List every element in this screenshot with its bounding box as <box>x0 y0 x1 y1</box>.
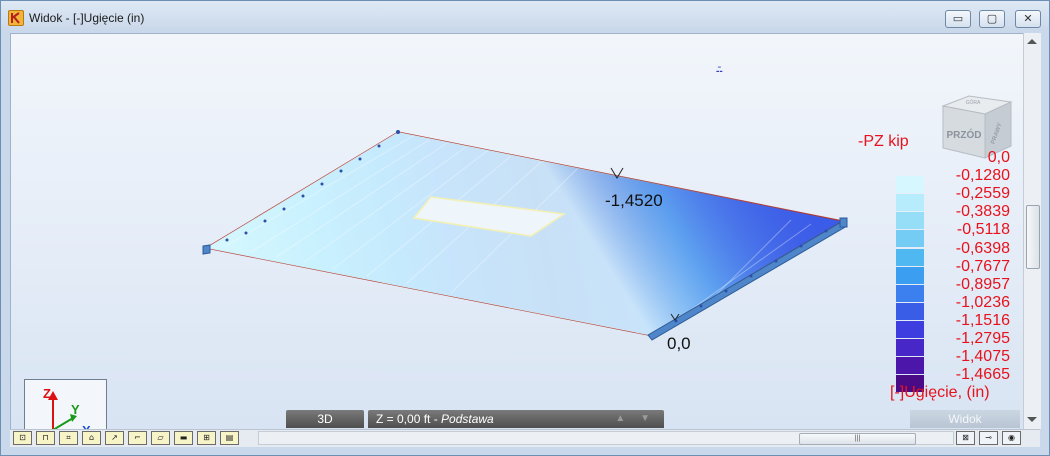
level-text: Z = 0,00 ft - <box>376 412 442 426</box>
legend-value: -0,3839 <box>955 203 1010 221</box>
vertical-scrollbar[interactable] <box>1023 33 1041 429</box>
legend-value: -0,1280 <box>955 167 1010 185</box>
legend-swatch <box>896 212 924 230</box>
legend-value: -1,1516 <box>955 311 1010 329</box>
tool-11-icon[interactable]: ⊠ <box>956 431 975 445</box>
legend-swatch <box>896 176 924 194</box>
cube-front-label: PRZÓD <box>947 128 982 141</box>
scroll-down-icon[interactable] <box>1027 417 1037 422</box>
bottom-toolbar: ⊡ ⊓ ⌗ ⌂ ↗ ⌐ ▱ ▬ ⊞ ▤ ||| ⊠ ⊸ ◉ <box>10 429 1040 447</box>
tool-6-icon[interactable]: ⌐ <box>128 431 147 445</box>
legend-swatch <box>896 302 924 320</box>
zero-deflection-label: 0,0 <box>667 334 691 353</box>
tool-3-icon[interactable]: ⌗ <box>59 431 78 445</box>
legend-swatch <box>896 339 924 356</box>
legend-value: -0,6398 <box>955 239 1010 257</box>
deflection-contour-plot <box>202 130 848 341</box>
app-logo-icon <box>8 10 24 26</box>
y-axis-label: Y <box>71 402 80 417</box>
horizontal-scrollbar[interactable]: ||| <box>258 431 954 445</box>
max-deflection-label: -1,4520 <box>605 191 663 210</box>
view-mode-tab[interactable]: 3D <box>286 410 364 428</box>
tool-2-icon[interactable]: ⊓ <box>36 431 55 445</box>
legend-swatch <box>896 266 924 284</box>
maximize-button[interactable]: ▢ <box>979 10 1005 28</box>
legend-value: 0,0 <box>987 149 1010 166</box>
legend-swatch <box>896 320 924 338</box>
tool-9-icon[interactable]: ⊞ <box>197 431 216 445</box>
cube-top-label: GÓRA <box>966 99 981 106</box>
legend-swatch <box>896 248 924 266</box>
tool-1-icon[interactable]: ⊡ <box>13 431 32 445</box>
tool-4-icon[interactable]: ⌂ <box>82 431 101 445</box>
legend-swatch <box>896 230 924 248</box>
horizontal-scroll-thumb[interactable]: ||| <box>799 433 916 445</box>
axis-triad: Z Y X <box>24 379 107 430</box>
minimize-button[interactable]: ▭ <box>945 10 971 28</box>
view-tab[interactable]: Widok <box>910 410 1020 428</box>
tool-7-icon[interactable]: ▱ <box>151 431 170 445</box>
legend-value: -1,4075 <box>955 348 1010 366</box>
tool-8-icon[interactable]: ▬ <box>174 431 193 445</box>
title-bar[interactable]: Widok - [-]Ugięcie (in) ▭ ▢ ✕ <box>1 1 1049 33</box>
legend-swatch <box>896 284 924 302</box>
legend-value: -0,5118 <box>956 221 1010 239</box>
story-name: Podstawa <box>441 412 494 426</box>
legend-swatch <box>896 357 924 375</box>
tool-12-icon[interactable]: ⊸ <box>979 431 998 445</box>
scroll-up-icon[interactable] <box>1027 39 1037 44</box>
3d-viewport[interactable]: -̄- -1,4520 0,0 GÓRA PRZÓD PRAWY Z Y X <box>10 33 1024 431</box>
legend-value: -0,2559 <box>955 185 1010 203</box>
window-title: Widok - [-]Ugięcie (in) <box>29 11 145 25</box>
level-indicator[interactable]: Z = 0,00 ft - Podstawa ▲ ▼ <box>368 410 664 428</box>
vertical-scroll-thumb[interactable] <box>1026 205 1040 269</box>
tool-10-icon[interactable]: ▤ <box>220 431 239 445</box>
legend-value: -1,4665 <box>955 366 1010 384</box>
tool-5-icon[interactable]: ↗ <box>105 431 124 445</box>
legend-value: -1,2795 <box>955 330 1010 347</box>
legend-swatch <box>896 194 924 212</box>
legend-value: -1,0236 <box>955 293 1010 311</box>
top-marker: -̄- <box>716 66 723 77</box>
legend-title: -PZ kip <box>858 133 909 150</box>
tool-13-icon[interactable]: ◉ <box>1002 431 1021 445</box>
level-nav-arrows[interactable]: ▲ ▼ <box>615 410 656 428</box>
z-axis-label: Z <box>43 386 51 401</box>
close-button[interactable]: ✕ <box>1015 10 1041 28</box>
legend-value: -0,8957 <box>955 275 1010 293</box>
legend-value: -0,7677 <box>955 257 1010 275</box>
legend-footer: [-]Ugięcie, (in) <box>890 384 990 401</box>
